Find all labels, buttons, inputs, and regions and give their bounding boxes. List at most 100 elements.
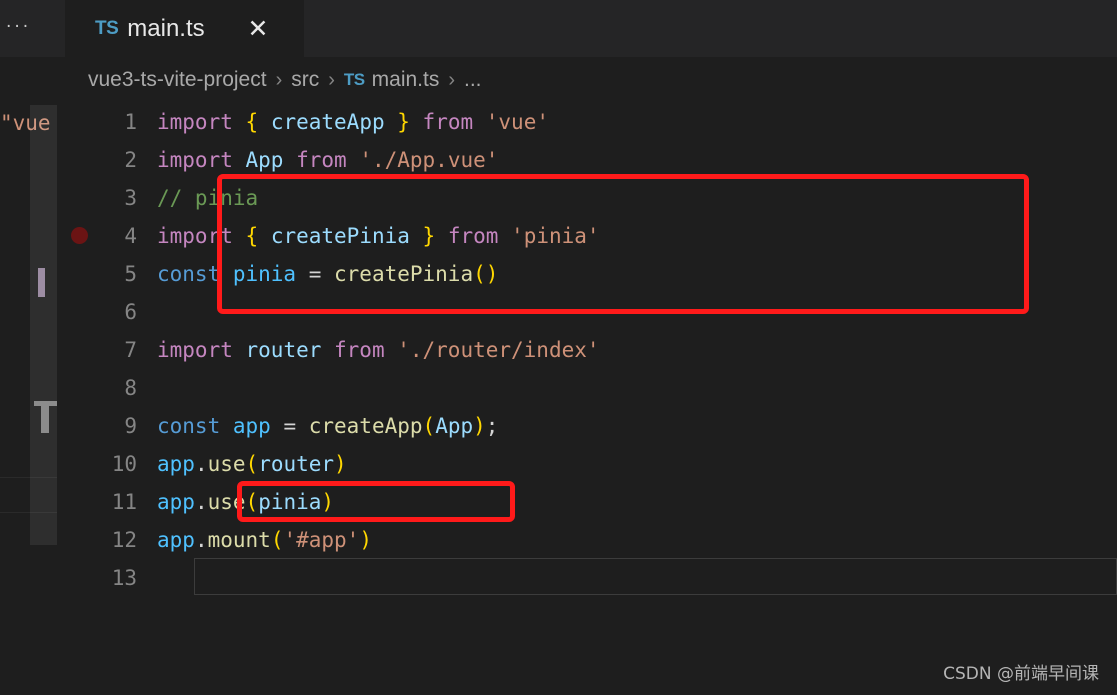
token-plain: = <box>296 262 335 286</box>
token-string: './router/index' <box>397 338 600 362</box>
code-line[interactable]: 2 import App from './App.vue' <box>57 141 1117 179</box>
line-number: 2 <box>124 148 137 172</box>
token-variable: app <box>157 490 195 514</box>
token-identifier: App <box>245 148 284 172</box>
token-string: '#app' <box>283 528 360 552</box>
breadcrumb-folder[interactable]: src <box>291 68 319 92</box>
line-number: 10 <box>111 452 137 476</box>
code-line[interactable]: 5 const pinia = createPinia() <box>57 255 1117 293</box>
code-line-text: app.use(router) <box>157 452 347 476</box>
code-line[interactable]: 11 app.use(pinia) <box>57 483 1117 521</box>
token-variable: app <box>232 414 271 438</box>
token-function: use <box>207 490 246 514</box>
line-number: 12 <box>111 528 137 552</box>
token-plain: . <box>194 528 208 552</box>
code-line[interactable]: 7 import router from './router/index' <box>57 331 1117 369</box>
token-identifier: createApp <box>270 110 385 134</box>
code-line-text: const app = createApp(App); <box>157 414 498 438</box>
token-brace: } <box>409 224 436 248</box>
code-line[interactable]: 10 app.use(router) <box>57 445 1117 483</box>
breadcrumb-project[interactable]: vue3-ts-vite-project <box>88 68 267 92</box>
breadcrumb-more[interactable]: ... <box>464 68 482 92</box>
token-keyword: import <box>157 338 246 362</box>
token-brace: { <box>245 110 271 134</box>
editor-tabbar: TS main.ts ✕ <box>57 0 1117 57</box>
token-brace: ( <box>422 414 436 438</box>
token-brace: { <box>245 224 271 248</box>
code-line[interactable]: 8 <box>57 369 1117 407</box>
line-number: 1 <box>124 110 137 134</box>
token-brace: ) <box>321 490 335 514</box>
token-function: use <box>207 452 246 476</box>
line-number: 4 <box>124 224 137 248</box>
code-line-text: app.mount('#app') <box>157 528 372 552</box>
tab-main-ts[interactable]: TS main.ts ✕ <box>65 0 304 57</box>
token-keyword: import <box>157 110 246 134</box>
code-line[interactable]: 6 <box>57 293 1117 331</box>
left-tabbar: ... <box>0 0 57 57</box>
line-number: 7 <box>124 338 137 362</box>
token-plain: . <box>194 452 208 476</box>
code-line[interactable]: 13 <box>57 559 1117 597</box>
line-number: 8 <box>124 376 137 400</box>
code-line[interactable]: 12 app.mount('#app') <box>57 521 1117 559</box>
code-line[interactable]: 4 import { createPinia } from 'pinia' <box>57 217 1117 255</box>
breadcrumb-file[interactable]: main.ts <box>372 68 440 92</box>
code-line-text: const pinia = createPinia() <box>157 262 498 286</box>
token-identifier: router <box>245 338 322 362</box>
left-editor-strip: ... "vue <box>0 0 57 695</box>
line-number: 13 <box>111 566 137 590</box>
minimap-mark <box>38 268 45 297</box>
token-keyword: from <box>283 148 360 172</box>
token-identifier: router <box>258 452 335 476</box>
token-brace: ) <box>473 414 486 438</box>
token-brace: } <box>384 110 410 134</box>
token-string: './App.vue' <box>359 148 499 172</box>
token-string: 'vue' <box>485 110 549 134</box>
token-identifier: createPinia <box>270 224 410 248</box>
code-editor-content[interactable]: 1 import { createApp } from 'vue' 2 import … <box>57 103 1117 695</box>
token-keyword: import <box>157 148 246 172</box>
breadcrumb: vue3-ts-vite-project › src › TS main.ts … <box>57 57 1117 103</box>
line-number: 11 <box>111 490 137 514</box>
chevron-right-icon: › <box>275 68 283 91</box>
token-variable: pinia <box>232 262 297 286</box>
code-line-text: import { createPinia } from 'pinia' <box>157 224 600 248</box>
token-variable: app <box>157 528 195 552</box>
line-number: 5 <box>124 262 137 286</box>
more-actions-icon[interactable]: ... <box>6 13 46 31</box>
token-plain: = <box>270 414 309 438</box>
code-line-text: // pinia <box>157 186 258 210</box>
token-identifier: App <box>435 414 474 438</box>
minimap[interactable] <box>30 105 57 545</box>
close-icon[interactable]: ✕ <box>245 16 271 42</box>
token-control: const <box>157 262 233 286</box>
code-line[interactable]: 3 // pinia <box>57 179 1117 217</box>
code-line-text: app.use(pinia) <box>157 490 334 514</box>
line-number: 6 <box>124 300 137 324</box>
token-variable: app <box>157 452 195 476</box>
minimap-mark <box>41 405 49 433</box>
code-line-text: import router from './router/index' <box>157 338 600 362</box>
token-keyword: from <box>321 338 398 362</box>
token-keyword: import <box>157 224 246 248</box>
token-plain: ; <box>485 414 499 438</box>
code-line[interactable]: 9 const app = createApp(App); <box>57 407 1117 445</box>
token-identifier: pinia <box>258 490 322 514</box>
chevron-right-icon: › <box>448 68 455 91</box>
tab-title: main.ts <box>127 14 205 42</box>
token-brace: ) <box>334 452 347 476</box>
token-brace: ( <box>270 528 284 552</box>
token-control: const <box>157 414 233 438</box>
line-number: 9 <box>124 414 137 438</box>
token-keyword: from <box>435 224 512 248</box>
token-function: createApp <box>308 414 423 438</box>
code-line[interactable]: 1 import { createApp } from 'vue' <box>57 103 1117 141</box>
token-string: 'pinia' <box>511 224 600 248</box>
code-line-text: import { createApp } from 'vue' <box>157 110 549 134</box>
token-brace: ( <box>245 490 259 514</box>
line-number: 3 <box>124 186 137 210</box>
token-plain: . <box>194 490 208 514</box>
token-brace: ) <box>359 528 372 552</box>
editor-pane: TS main.ts ✕ vue3-ts-vite-project › src … <box>57 0 1117 695</box>
